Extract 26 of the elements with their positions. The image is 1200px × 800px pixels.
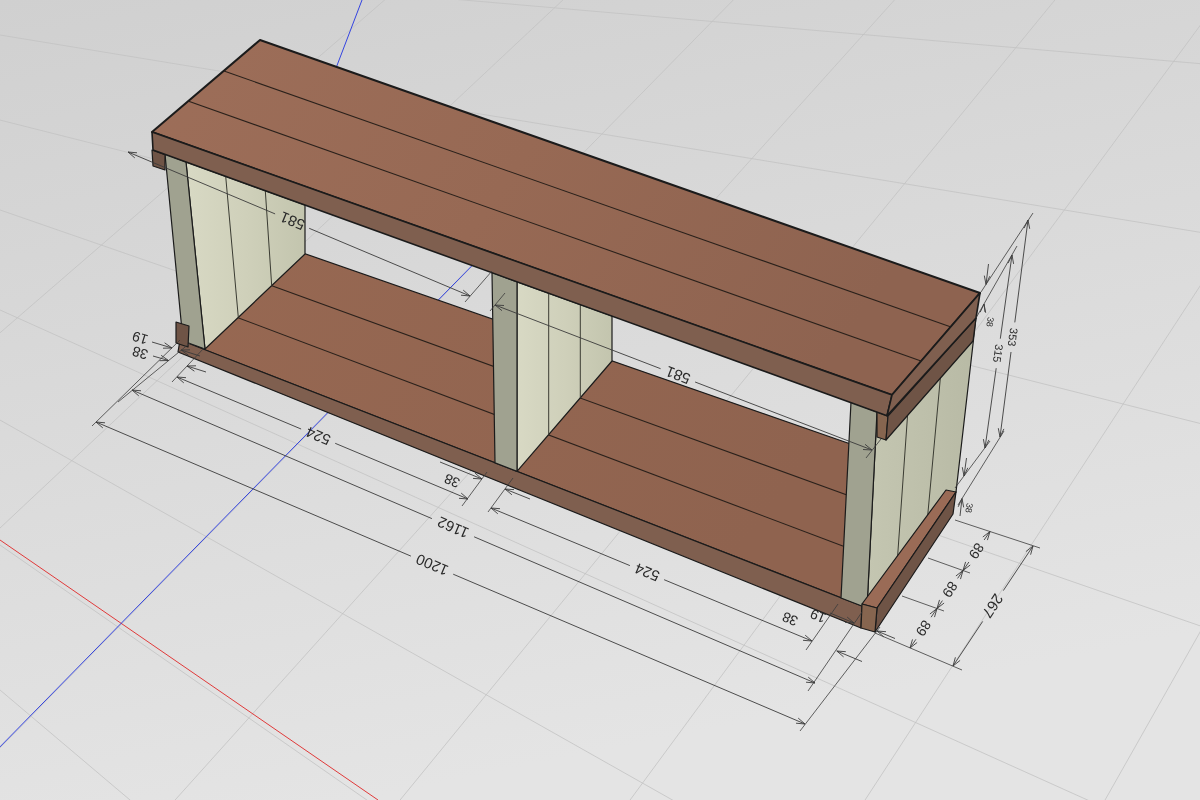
dimension-label: 315 bbox=[991, 343, 1006, 364]
dimension-label: 581 bbox=[277, 208, 308, 234]
dimension-label: 1162 bbox=[434, 513, 472, 542]
extension-line bbox=[927, 557, 971, 574]
dimension-line bbox=[909, 608, 938, 649]
dimension-label: 38 bbox=[441, 470, 463, 492]
dimension-label: 19 bbox=[807, 605, 829, 627]
dimension-line bbox=[829, 612, 896, 639]
dimension-line bbox=[152, 354, 207, 373]
extension-line bbox=[461, 471, 488, 507]
dimension-label: 353 bbox=[1005, 327, 1021, 348]
dimension-label: 581 bbox=[663, 362, 693, 388]
dimension-label: 38 bbox=[984, 316, 996, 328]
dimension-line bbox=[151, 341, 201, 357]
extension-line bbox=[865, 438, 882, 459]
dimension-label: 524 bbox=[632, 559, 662, 586]
dimension-label: 89 bbox=[939, 578, 961, 601]
dimension-label: 89 bbox=[965, 540, 988, 562]
dimension-label: 524 bbox=[303, 423, 333, 449]
dimension-label: 38 bbox=[779, 608, 801, 630]
dimension-label: 89 bbox=[912, 617, 935, 640]
dimension-label: 1200 bbox=[413, 550, 451, 580]
dimension-line bbox=[836, 650, 863, 662]
extension-line bbox=[487, 477, 514, 513]
extension-line bbox=[901, 595, 945, 612]
dimension-label: 38 bbox=[963, 502, 975, 514]
